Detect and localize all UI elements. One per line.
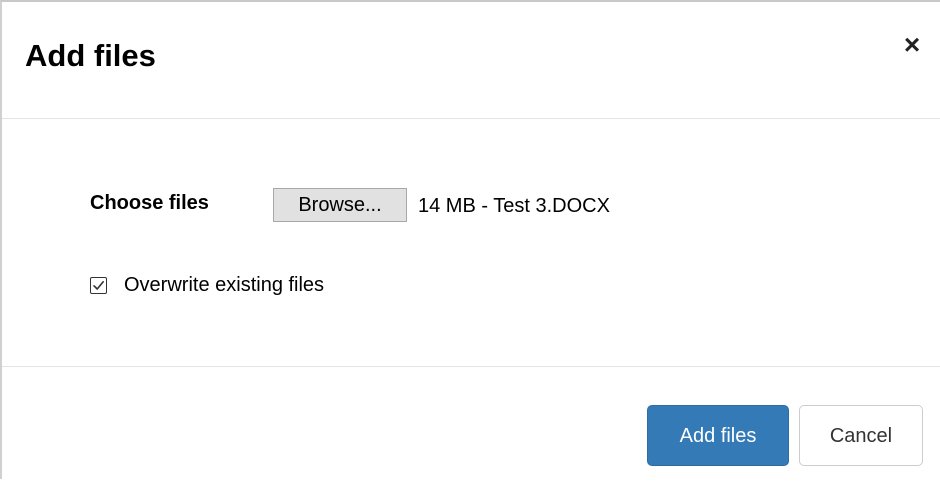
- add-files-button[interactable]: Add files: [647, 405, 789, 466]
- browse-button[interactable]: Browse...: [273, 188, 407, 222]
- checkmark-icon: [93, 280, 104, 290]
- overwrite-label[interactable]: Overwrite existing files: [124, 273, 324, 297]
- cancel-button[interactable]: Cancel: [799, 405, 923, 466]
- dialog-body: Choose files Browse... 14 MB - Test 3.DO…: [2, 119, 940, 367]
- dialog-title: Add files: [25, 38, 156, 73]
- selected-file-name: 14 MB - Test 3.DOCX: [418, 195, 610, 217]
- dialog-footer: Add files Cancel: [2, 367, 940, 481]
- choose-files-label: Choose files: [90, 192, 209, 214]
- overwrite-checkbox[interactable]: [90, 277, 107, 294]
- add-files-dialog: Add files × Choose files Browse... 14 MB…: [0, 0, 940, 479]
- dialog-header: Add files ×: [2, 2, 940, 119]
- close-icon[interactable]: ×: [899, 30, 925, 60]
